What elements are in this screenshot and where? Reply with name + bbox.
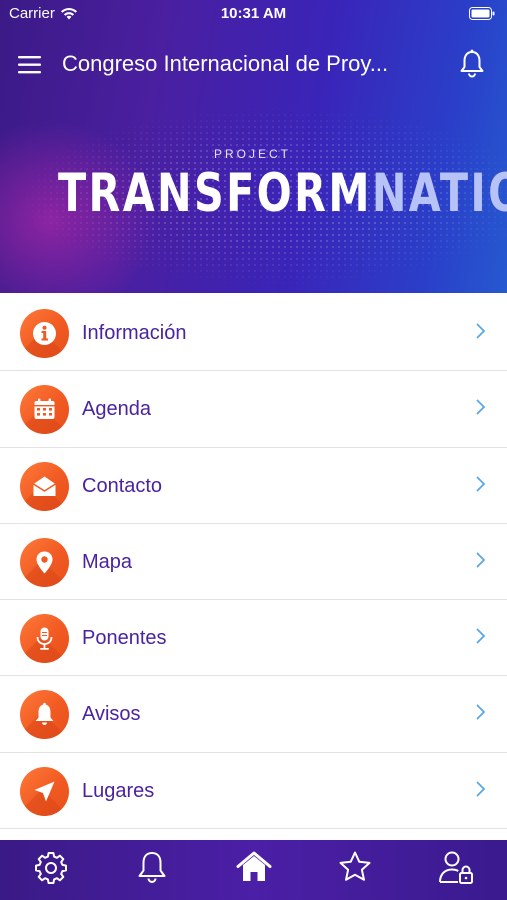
home-icon (236, 851, 272, 881)
menu-item-ponentes[interactable]: Ponentes (0, 600, 507, 677)
chevron-right-icon (476, 704, 486, 721)
banner-brand-logo: TRANSFORMNATION (58, 160, 507, 228)
menu-icon-badge (20, 766, 69, 816)
tab-favorites[interactable] (304, 840, 405, 900)
tab-settings[interactable] (0, 840, 101, 900)
menu-item-mapa[interactable]: Mapa (0, 523, 507, 601)
main-menu-list: Información Agenda Contacto Mapa Ponente… (0, 295, 507, 830)
chevron-right-icon (476, 781, 486, 797)
menu-icon-badge (20, 537, 69, 587)
envelope-icon (33, 476, 56, 496)
menu-item-label: Avisos (82, 703, 141, 726)
chevron-right-icon (476, 399, 486, 415)
map-pin-icon (36, 551, 53, 574)
header-area: Carrier 10:31 AM Congreso Internacional … (0, 0, 507, 293)
tab-notifications[interactable] (101, 840, 202, 900)
bell-icon (138, 852, 166, 883)
hamburger-menu-icon[interactable] (15, 50, 45, 80)
menu-item-lugares[interactable]: Lugares (0, 752, 507, 830)
menu-item-contacto[interactable]: Contacto (0, 447, 507, 524)
bottom-tab-bar (0, 840, 507, 900)
chevron-right-icon (476, 475, 486, 492)
battery-icon (469, 7, 495, 20)
chevron-right-icon (476, 323, 486, 339)
page-title: Congreso Internacional de Proy... (62, 51, 389, 76)
menu-icon-badge (20, 690, 69, 740)
banner-project-label: PROJECT (214, 147, 292, 161)
tab-home[interactable] (203, 840, 304, 900)
chevron-right-icon (476, 552, 486, 568)
menu-icon-badge (20, 309, 69, 358)
navigation-arrow-icon (34, 781, 55, 802)
gear-icon (34, 852, 67, 884)
calendar-icon (34, 398, 55, 420)
notification-bell-icon[interactable] (457, 48, 487, 80)
event-banner: PROJECT TRANSFORMNATION (0, 100, 507, 293)
menu-icon-badge (20, 614, 69, 664)
info-icon (33, 322, 56, 345)
menu-icon-badge (20, 461, 69, 511)
tab-account[interactable] (406, 840, 507, 900)
menu-item-label: Información (82, 322, 187, 344)
menu-item-label: Agenda (82, 398, 151, 421)
user-lock-icon (439, 851, 474, 884)
nav-bar: Congreso Internacional de Proy... (0, 36, 507, 92)
menu-item-agenda[interactable]: Agenda (0, 371, 507, 448)
microphone-icon (36, 627, 53, 650)
menu-icon-badge (20, 385, 69, 435)
menu-item-informacion[interactable]: Información (0, 295, 507, 372)
chevron-right-icon (476, 628, 486, 644)
brand-part-1: TRANSFORM (58, 163, 372, 224)
menu-item-label: Ponentes (82, 627, 167, 650)
bell-icon (35, 703, 54, 726)
star-icon (339, 851, 371, 881)
menu-item-avisos[interactable]: Avisos (0, 676, 507, 753)
status-time: 10:31 AM (220, 5, 287, 22)
menu-item-label: Mapa (82, 550, 133, 573)
brand-part-2: NATION (371, 163, 507, 224)
menu-item-label: Lugares (82, 779, 155, 802)
menu-item-label: Contacto (82, 474, 163, 497)
status-bar: Carrier 10:31 AM (0, 0, 507, 28)
